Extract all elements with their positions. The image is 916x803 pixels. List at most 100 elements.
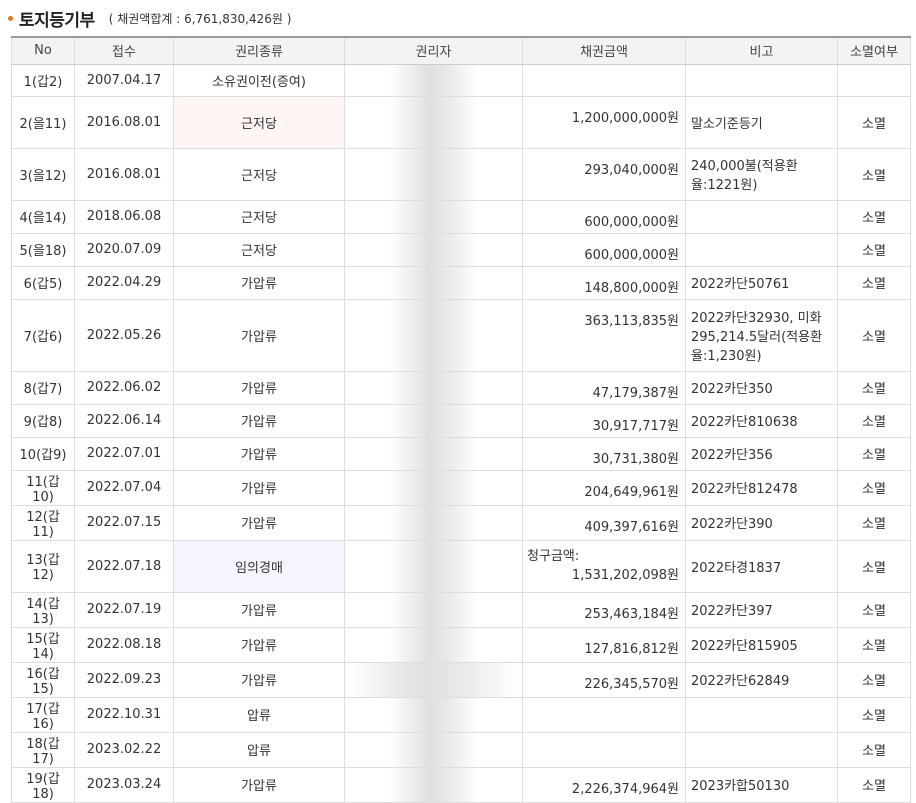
cell-type: 가압류 [173, 469, 345, 506]
redacted-blur [345, 470, 522, 505]
table-row: 2(을11) 2016.08.01 근저당 1,200,000,000원 말소기준등기 소… [11, 95, 911, 149]
cell-date: 2022.06.02 [74, 370, 174, 405]
cell-type: 가압류 [173, 766, 345, 803]
cell-date: 2023.02.22 [74, 731, 174, 768]
redacted-blur [345, 437, 522, 470]
redacted-blur [345, 96, 522, 148]
table-row: 4(을14) 2018.06.08 근저당 600,000,000원 소멸 [11, 199, 911, 234]
cell-date: 2022.08.18 [74, 626, 174, 663]
cell-holder-redacted [344, 95, 523, 149]
table-row: 3(을12) 2016.08.01 근저당 293,040,000원 240,000불(… [11, 147, 911, 201]
cell-holder-redacted [344, 63, 523, 97]
cell-status: 소멸 [837, 95, 911, 149]
cell-no: 15(갑14) [11, 626, 75, 663]
cell-note: 2022카단350 [685, 370, 838, 405]
cell-amount: 30,731,380원 [522, 436, 686, 471]
table-header-row: No 접수 권리종류 권리자 채권금액 비고 소멸여부 [11, 36, 911, 65]
cell-no: 13(갑12) [11, 539, 75, 593]
cell-note [685, 63, 838, 97]
table-row: 11(갑10) 2022.07.04 가압류 204,649,961원 2022카단81… [11, 469, 911, 506]
cell-status: 소멸 [837, 591, 911, 628]
cell-date: 2022.10.31 [74, 696, 174, 733]
registry-table: No 접수 권리종류 권리자 채권금액 비고 소멸여부 1(갑2) 2007.04… [11, 36, 911, 803]
cell-status: 소멸 [837, 232, 911, 267]
redacted-blur [345, 697, 522, 732]
cell-no: 17(갑16) [11, 696, 75, 733]
cell-status: 소멸 [837, 626, 911, 663]
col-header-date: 접수 [74, 36, 174, 65]
cell-type: 가압류 [173, 504, 345, 541]
cell-status: 소멸 [837, 147, 911, 201]
table-row: 6(갑5) 2022.04.29 가압류 148,800,000원 2022카단5076… [11, 265, 911, 300]
table-row: 18(갑17) 2023.02.22 압류 소멸 [11, 731, 911, 768]
cell-date: 2016.08.01 [74, 95, 174, 149]
col-header-no: No [11, 36, 75, 65]
cell-status: 소멸 [837, 436, 911, 471]
redacted-blur [345, 200, 522, 233]
section-header: 토지등기부 ( 채권액합계 : 6,761,830,426원 ) [0, 0, 916, 36]
cell-note [685, 731, 838, 768]
cell-no: 19(갑18) [11, 766, 75, 803]
cell-date: 2022.05.26 [74, 298, 174, 372]
cell-holder-redacted [344, 766, 523, 803]
cell-no: 7(갑6) [11, 298, 75, 372]
cell-note [685, 232, 838, 267]
cell-status: 소멸 [837, 539, 911, 593]
cell-status: 소멸 [837, 731, 911, 768]
cell-status [837, 63, 911, 97]
table-row: 16(갑15) 2022.09.23 가압류 226,345,570원 2022카단62… [11, 661, 911, 698]
table-row: 12(갑11) 2022.07.15 가압류 409,397,616원 2022카단39… [11, 504, 911, 541]
cell-no: 16(갑15) [11, 661, 75, 698]
cell-status: 소멸 [837, 199, 911, 234]
cell-date: 2022.07.15 [74, 504, 174, 541]
cell-amount: 253,463,184원 [522, 591, 686, 628]
redacted-blur [345, 540, 522, 592]
cell-note: 2022카단390 [685, 504, 838, 541]
cell-holder-redacted [344, 696, 523, 733]
redacted-blur [345, 732, 522, 767]
cell-holder-redacted [344, 232, 523, 267]
cell-no: 8(갑7) [11, 370, 75, 405]
cell-amount: 30,917,717원 [522, 403, 686, 438]
cell-holder-redacted [344, 731, 523, 768]
cell-date: 2016.08.01 [74, 147, 174, 201]
redacted-blur [345, 371, 522, 404]
cell-holder-redacted [344, 504, 523, 541]
cell-date: 2022.04.29 [74, 265, 174, 300]
amount-value: 1,531,202,098원 [571, 567, 679, 583]
cell-note: 240,000불(적용환율:1221원) [685, 147, 838, 201]
table-row: 9(갑8) 2022.06.14 가압류 30,917,717원 2022카단81063… [11, 403, 911, 438]
cell-note: 2022카단812478 [685, 469, 838, 506]
cell-amount: 127,816,812원 [522, 626, 686, 663]
cell-amount [522, 63, 686, 97]
cell-note [685, 696, 838, 733]
redacted-blur [345, 266, 522, 299]
col-header-holder: 권리자 [344, 36, 523, 65]
table-row: 1(갑2) 2007.04.17 소유권이전(증여) [11, 63, 911, 97]
table-row: 17(갑16) 2022.10.31 압류 소멸 [11, 696, 911, 733]
redacted-blur [345, 299, 522, 371]
cell-amount: 1,200,000,000원 [522, 95, 686, 149]
cell-status: 소멸 [837, 696, 911, 733]
cell-type: 가압류 [173, 436, 345, 471]
cell-status: 소멸 [837, 265, 911, 300]
table-row: 13(갑12) 2022.07.18 임의경매 청구금액: 1,531,202,098원… [11, 539, 911, 593]
cell-date: 2020.07.09 [74, 232, 174, 267]
cell-amount: 226,345,570원 [522, 661, 686, 698]
cell-holder-redacted [344, 469, 523, 506]
redacted-blur [345, 404, 522, 437]
cell-amount: 600,000,000원 [522, 232, 686, 267]
cell-date: 2022.09.23 [74, 661, 174, 698]
cell-holder-redacted [344, 626, 523, 663]
cell-status: 소멸 [837, 370, 911, 405]
cell-holder-redacted [344, 199, 523, 234]
cell-note: 2022카단815905 [685, 626, 838, 663]
cell-note: 2022타경1837 [685, 539, 838, 593]
redacted-blur [345, 64, 522, 96]
cell-status: 소멸 [837, 469, 911, 506]
cell-type: 근저당 [173, 199, 345, 234]
cell-type: 가압류 [173, 626, 345, 663]
cell-amount [522, 731, 686, 768]
cell-note: 2022카단62849 [685, 661, 838, 698]
cell-status: 소멸 [837, 298, 911, 372]
